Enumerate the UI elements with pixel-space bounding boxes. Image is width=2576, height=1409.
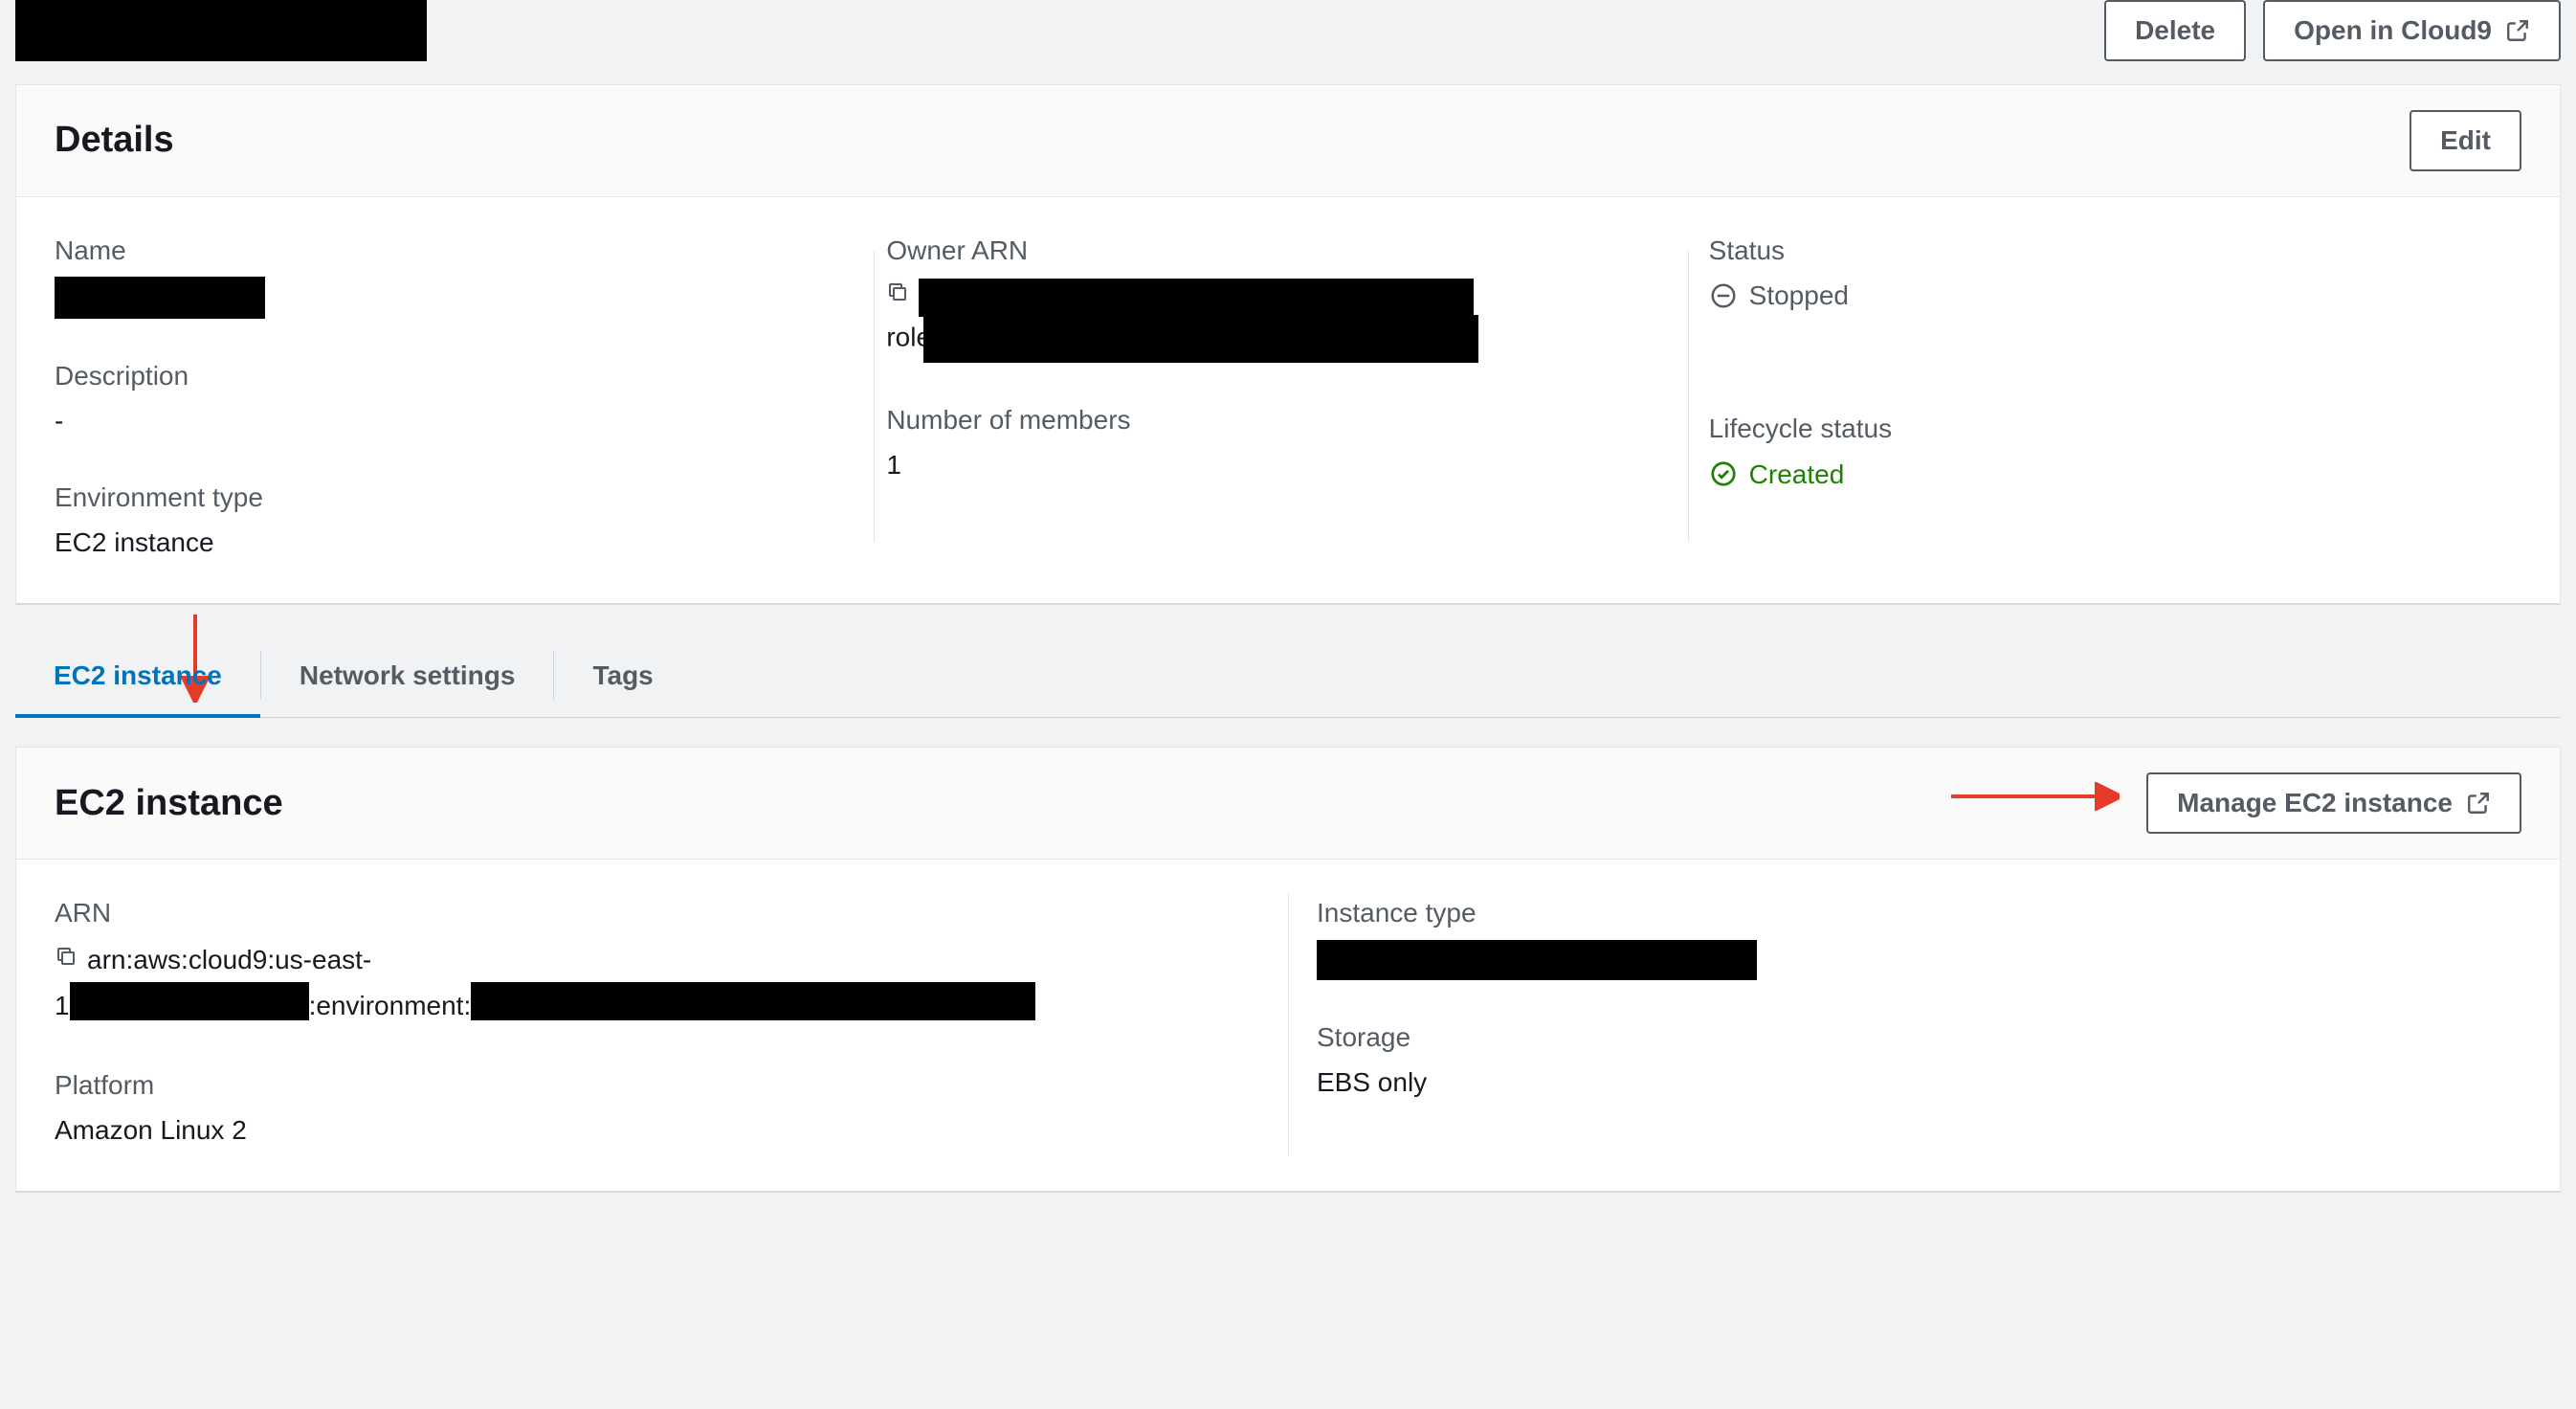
owner-arn-line2-redacted <box>923 315 1478 363</box>
instance-type-label: Instance type <box>1317 894 2521 931</box>
tab-network-label: Network settings <box>300 660 516 690</box>
annotation-arrow-right <box>1947 782 2120 811</box>
tab-tags-label: Tags <box>592 660 653 690</box>
external-link-icon <box>2505 18 2530 43</box>
platform-label: Platform <box>55 1066 1288 1104</box>
status-value: Stopped <box>1749 277 1849 314</box>
manage-ec2-label: Manage EC2 instance <box>2177 788 2453 818</box>
copy-icon[interactable] <box>886 280 909 303</box>
lifecycle-label: Lifecycle status <box>1709 410 2521 447</box>
env-type-label: Environment type <box>55 479 877 516</box>
external-link-icon <box>2466 791 2491 816</box>
details-col-2: Owner ARN role <box>877 232 1699 561</box>
lifecycle-value: Created <box>1749 456 1845 493</box>
check-circle-icon <box>1709 459 1738 488</box>
name-label: Name <box>55 232 877 269</box>
arn-prefix: arn:aws:cloud9:us-east- <box>87 945 371 974</box>
owner-arn-line1-redacted <box>919 279 1474 317</box>
open-cloud9-button[interactable]: Open in Cloud9 <box>2263 0 2561 61</box>
members-value: 1 <box>886 446 1699 483</box>
stopped-icon <box>1709 281 1738 310</box>
ec2-panel: EC2 instance Manage EC2 instance <box>15 747 2561 1193</box>
details-panel: Details Edit Name Descript <box>15 84 2561 605</box>
details-title: Details <box>55 115 174 166</box>
env-type-value: EC2 instance <box>55 524 877 561</box>
platform-value: Amazon Linux 2 <box>55 1111 1288 1149</box>
edit-button[interactable]: Edit <box>2409 110 2521 171</box>
owner-arn-label: Owner ARN <box>886 232 1699 269</box>
top-actions: Delete Open in Cloud9 <box>2104 0 2561 61</box>
tabs: EC2 instance Network settings Tags <box>15 634 2561 718</box>
storage-value: EBS only <box>1317 1063 2521 1101</box>
instance-type-redacted <box>1317 940 1757 980</box>
tab-ec2-label: EC2 instance <box>54 660 222 690</box>
ec2-panel-title: EC2 instance <box>55 778 283 829</box>
delete-button-label: Delete <box>2135 15 2215 46</box>
status-label: Status <box>1709 232 2521 269</box>
arn-redacted-2 <box>471 982 1035 1020</box>
ec2-col-2: Instance type Storage EBS only <box>1288 894 2521 1149</box>
copy-icon[interactable] <box>55 945 78 968</box>
tab-tags[interactable]: Tags <box>554 634 691 717</box>
arn-label: ARN <box>55 894 1288 931</box>
manage-ec2-button[interactable]: Manage EC2 instance <box>2146 772 2521 834</box>
name-value-redacted <box>55 277 265 319</box>
details-col-1: Name Description - Environment type EC2 … <box>55 232 877 561</box>
tab-network-settings[interactable]: Network settings <box>261 634 554 717</box>
tab-ec2-instance[interactable]: EC2 instance <box>15 634 260 717</box>
description-label: Description <box>55 357 877 394</box>
arn-redacted-1 <box>70 982 309 1020</box>
members-label: Number of members <box>886 401 1699 438</box>
storage-label: Storage <box>1317 1018 2521 1056</box>
arn-line2-prefix: 1 <box>55 991 70 1020</box>
description-value: - <box>55 402 877 439</box>
edit-button-label: Edit <box>2440 125 2491 156</box>
open-cloud9-label: Open in Cloud9 <box>2294 15 2492 46</box>
details-col-3: Status Stopped Lifecycle status <box>1699 232 2521 561</box>
page-title-redacted <box>15 0 427 61</box>
arn-line2-mid: :environment: <box>309 991 472 1020</box>
ec2-col-1: ARN arn:aws:cloud9:us-east- 1 :environmen… <box>55 894 1288 1149</box>
delete-button[interactable]: Delete <box>2104 0 2246 61</box>
